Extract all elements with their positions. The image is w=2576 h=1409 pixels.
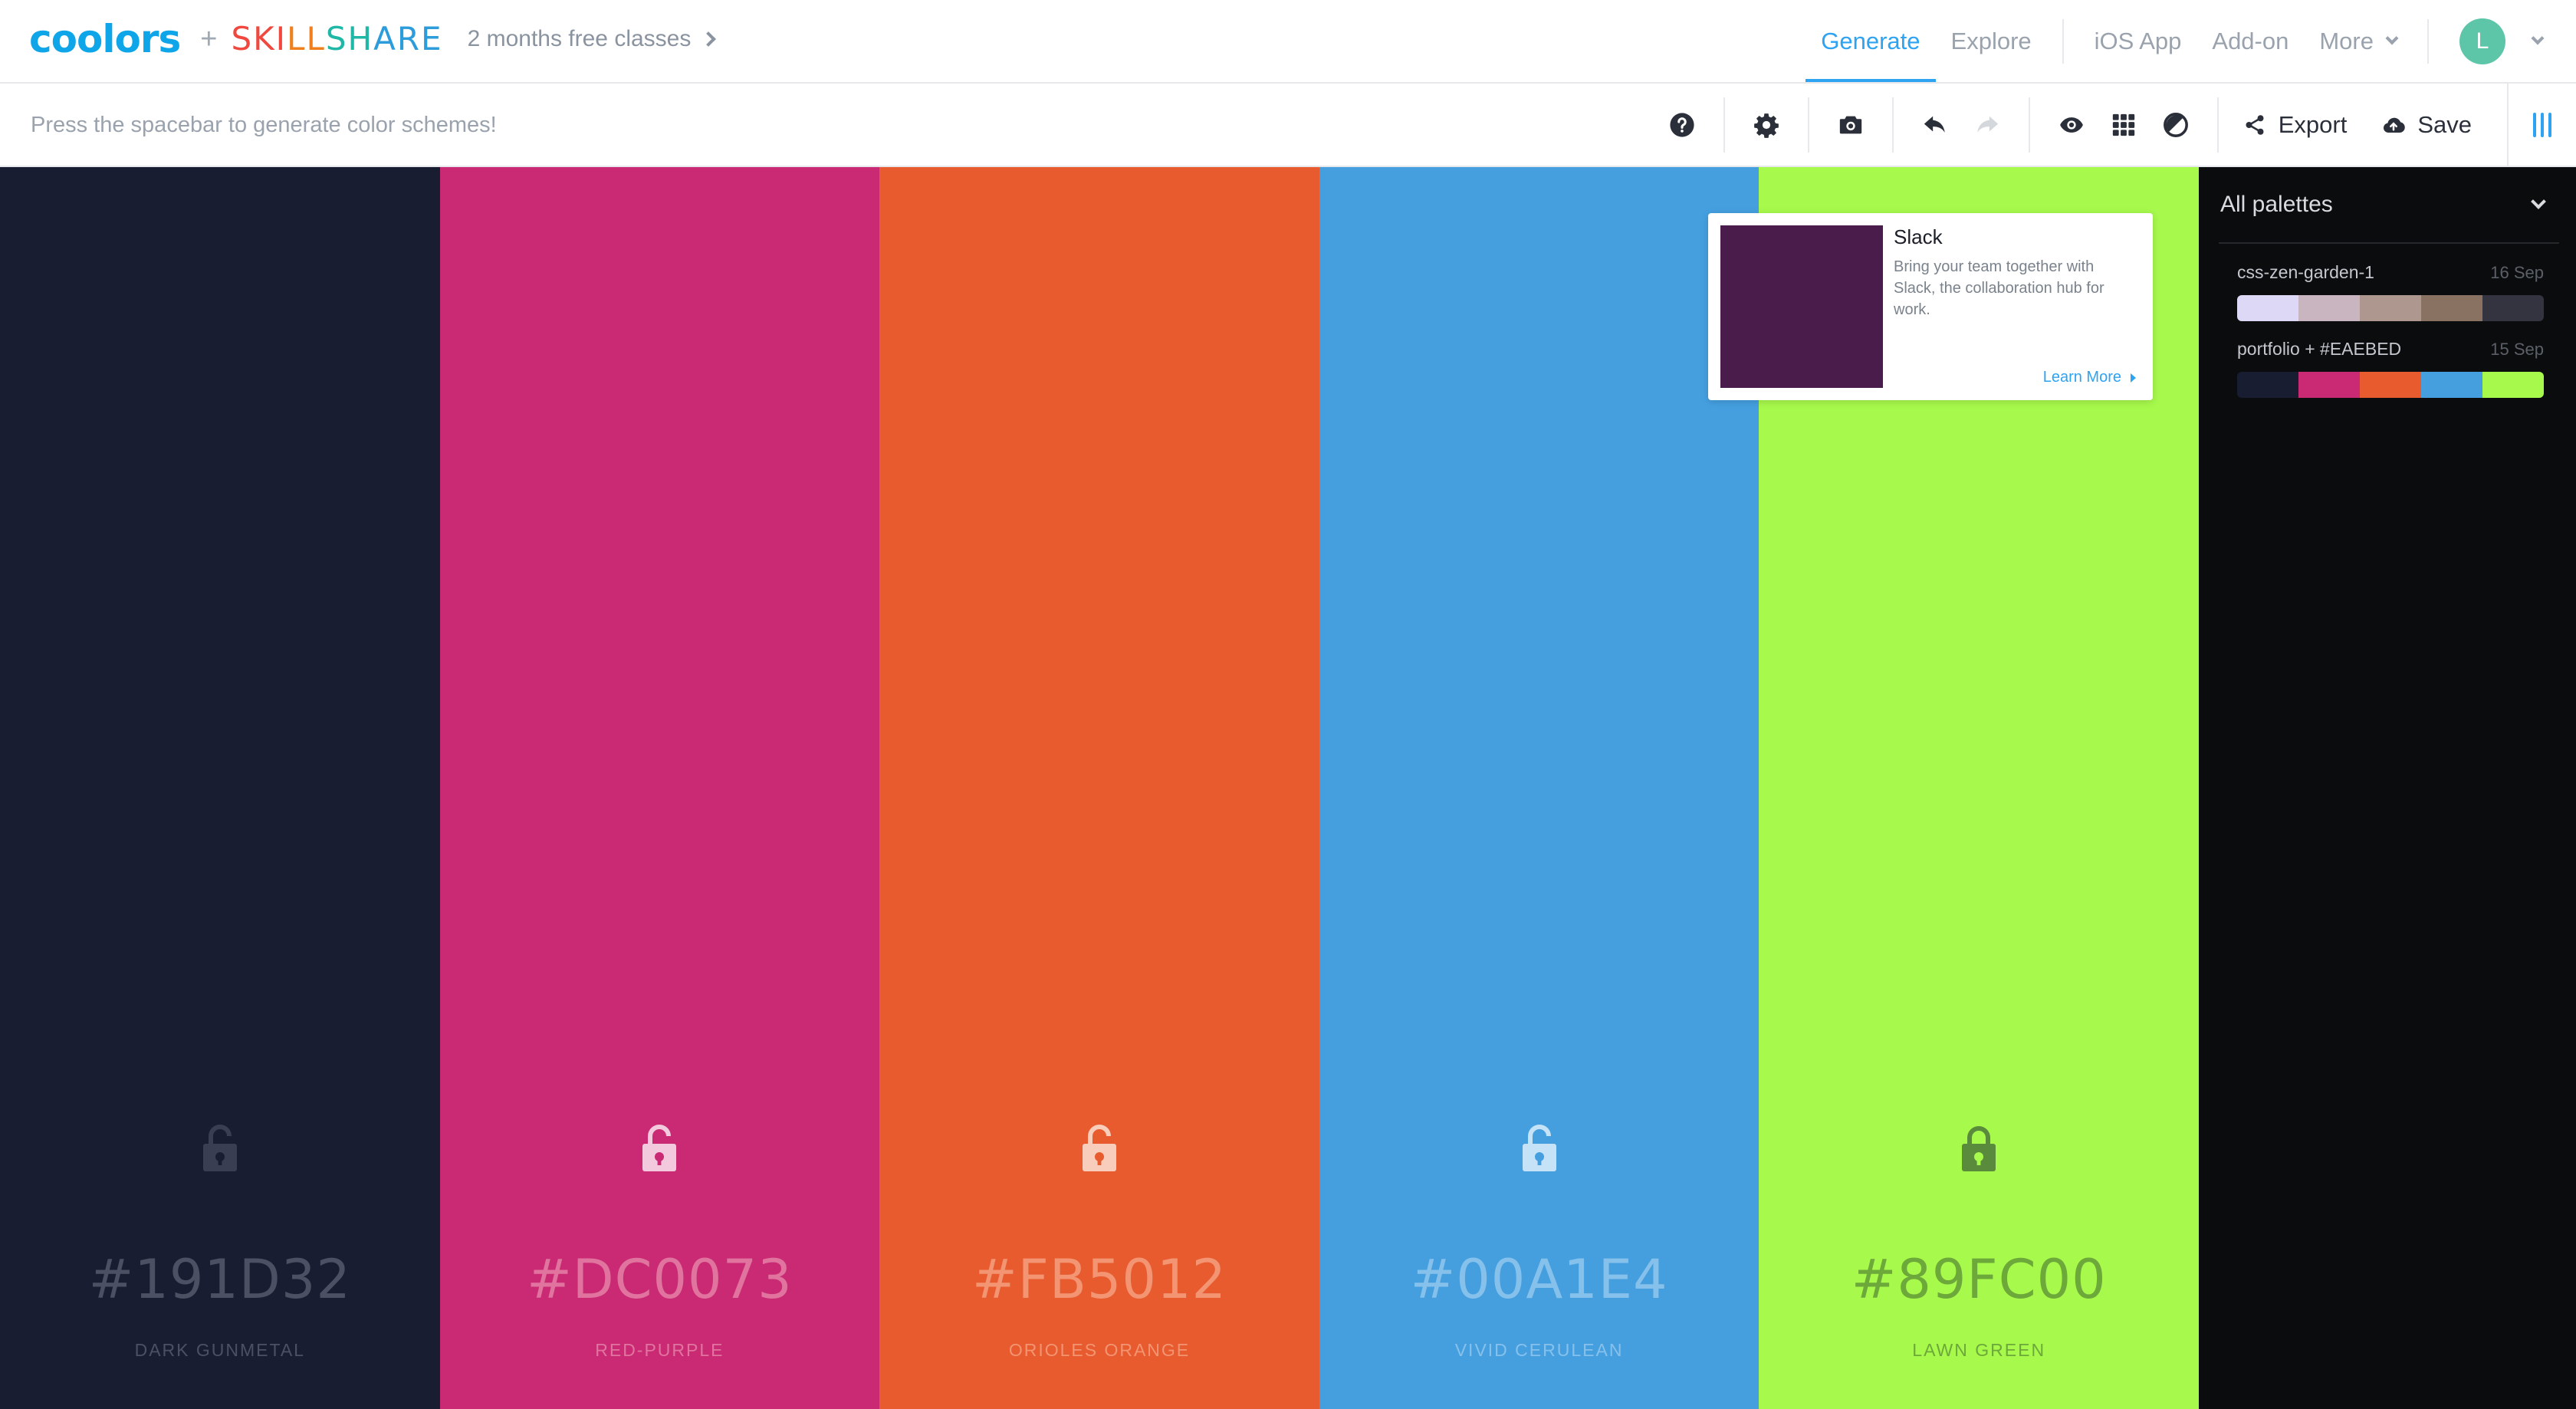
- swatch: [2298, 372, 2360, 398]
- nav-ios-app[interactable]: iOS App: [2079, 0, 2197, 82]
- redo-icon[interactable]: [1961, 99, 2013, 151]
- brand: coolors + SKILLSHARE 2 months free class…: [29, 15, 717, 63]
- cloud-upload-icon: [2384, 117, 2406, 133]
- palettes-panel-toggle-icon[interactable]: [2507, 84, 2576, 166]
- top-navigation: coolors + SKILLSHARE 2 months free class…: [0, 0, 2576, 84]
- unlocked-lock-icon[interactable]: [641, 1124, 678, 1173]
- ad-link-label: Learn More: [2042, 369, 2121, 386]
- saved-palette-name: portfolio + #EAEBED: [2237, 339, 2402, 359]
- skillshare-letters-2: LL: [287, 20, 326, 57]
- color-name: RED-PURPLE: [595, 1340, 724, 1360]
- settings-icon[interactable]: [1740, 99, 1792, 151]
- export-button[interactable]: Export: [2234, 99, 2357, 151]
- color-name: VIVID CERULEAN: [1454, 1340, 1624, 1360]
- skillshare-letters-3: SH: [325, 20, 374, 57]
- color-name: ORIOLES ORANGE: [1008, 1340, 1191, 1360]
- swatch: [2298, 295, 2360, 321]
- saved-palette-swatches[interactable]: [2237, 295, 2544, 321]
- saved-palette-date: 16 Sep: [2490, 263, 2544, 282]
- color-hex[interactable]: #89FC00: [1759, 1248, 2199, 1311]
- nav-explore[interactable]: Explore: [1936, 0, 2047, 82]
- promo-link[interactable]: 2 months free classes: [467, 26, 717, 52]
- save-label: Save: [2417, 110, 2472, 138]
- toolbar-divider: [2028, 97, 2030, 153]
- share-icon: [2246, 114, 2264, 135]
- toolbar-divider: [2216, 97, 2219, 153]
- toolbar: Press the spacebar to generate color sch…: [0, 84, 2576, 167]
- swatch: [2421, 372, 2482, 398]
- camera-icon[interactable]: [1825, 99, 1877, 151]
- nav-more-label: More: [2319, 27, 2374, 54]
- swatch: [2482, 295, 2544, 321]
- skillshare-letters-4: ARE: [373, 20, 443, 57]
- toolbar-divider: [1891, 97, 1894, 153]
- saved-palette[interactable]: portfolio + #EAEBED 15 Sep: [2237, 339, 2544, 398]
- nav-menu: Generate Explore iOS App Add-on More L: [1806, 0, 2576, 82]
- ad-title: Slack: [1894, 225, 1943, 248]
- grid-icon[interactable]: [2098, 99, 2150, 151]
- unlocked-lock-icon[interactable]: [202, 1124, 238, 1173]
- locked-lock-icon[interactable]: [1960, 1124, 1997, 1173]
- skillshare-logo[interactable]: SKILLSHARE: [231, 23, 442, 55]
- caret-right-icon: [2131, 373, 2136, 383]
- nav-more[interactable]: More: [2304, 0, 2412, 82]
- color-name: LAWN GREEN: [1912, 1340, 2046, 1360]
- color-hex[interactable]: #00A1E4: [1319, 1248, 1760, 1311]
- account-menu-chevron-icon[interactable]: [2531, 31, 2545, 44]
- nav-generate[interactable]: Generate: [1806, 0, 1936, 82]
- color-column[interactable]: #191D32 DARK GUNMETAL: [0, 167, 440, 1409]
- chevron-down-icon: [2531, 194, 2546, 209]
- color-column[interactable]: #DC0073 RED-PURPLE: [439, 167, 880, 1409]
- saved-palette[interactable]: css-zen-garden-1 16 Sep: [2237, 262, 2544, 321]
- sponsored-ad[interactable]: Slack Bring your team together with Slac…: [1708, 213, 2153, 400]
- unlocked-lock-icon[interactable]: [1081, 1124, 1118, 1173]
- ad-image[interactable]: [1720, 225, 1883, 388]
- palettes-sidebar: All palettes css-zen-garden-1 16 Sep por…: [2199, 167, 2576, 1409]
- nav-divider: [2427, 18, 2429, 64]
- undo-icon[interactable]: [1909, 99, 1961, 151]
- swatch: [2360, 295, 2421, 321]
- coolors-logo[interactable]: coolors: [29, 20, 181, 58]
- color-name: DARK GUNMETAL: [134, 1340, 305, 1360]
- save-button[interactable]: Save: [2373, 99, 2481, 151]
- chevron-down-icon: [2385, 31, 2399, 44]
- toolbar-divider: [1723, 97, 1725, 153]
- unlocked-lock-icon[interactable]: [1521, 1124, 1558, 1173]
- swatch: [2237, 372, 2298, 398]
- saved-palette-swatches[interactable]: [2237, 372, 2544, 398]
- toolbar-tools: Export Save: [1656, 84, 2576, 166]
- ad-description: Bring your team together with Slack, the…: [1894, 258, 2104, 318]
- palettes-dropdown[interactable]: All palettes: [2219, 167, 2559, 244]
- toolbar-divider: [1807, 97, 1809, 153]
- saved-palette-date: 15 Sep: [2490, 340, 2544, 359]
- swatch: [2237, 295, 2298, 321]
- skillshare-letters-1: SKI: [231, 20, 288, 57]
- export-label: Export: [2278, 110, 2348, 138]
- swatch: [2421, 295, 2482, 321]
- promo-text: 2 months free classes: [467, 26, 692, 51]
- chevron-right-icon: [701, 31, 717, 47]
- ad-learn-more-link[interactable]: Learn More: [2043, 369, 2136, 386]
- adjust-icon[interactable]: [2150, 99, 2202, 151]
- color-column[interactable]: #FB5012 ORIOLES ORANGE: [879, 167, 1319, 1409]
- toolbar-hint: Press the spacebar to generate color sch…: [31, 113, 497, 137]
- view-icon[interactable]: [2045, 99, 2098, 151]
- color-hex[interactable]: #191D32: [0, 1248, 440, 1311]
- swatch: [2482, 372, 2544, 398]
- sidebar-title: All palettes: [2220, 192, 2333, 217]
- nav-divider: [2062, 18, 2064, 64]
- nav-add-on[interactable]: Add-on: [2196, 0, 2304, 82]
- color-hex[interactable]: #DC0073: [440, 1248, 880, 1311]
- help-icon[interactable]: [1656, 99, 1708, 151]
- avatar[interactable]: L: [2459, 18, 2505, 64]
- swatch: [2360, 372, 2421, 398]
- saved-palette-name: css-zen-garden-1: [2237, 262, 2374, 282]
- color-column[interactable]: #00A1E4 VIVID CERULEAN: [1319, 167, 1760, 1409]
- plus-sign: +: [200, 23, 218, 55]
- color-hex[interactable]: #FB5012: [879, 1248, 1319, 1311]
